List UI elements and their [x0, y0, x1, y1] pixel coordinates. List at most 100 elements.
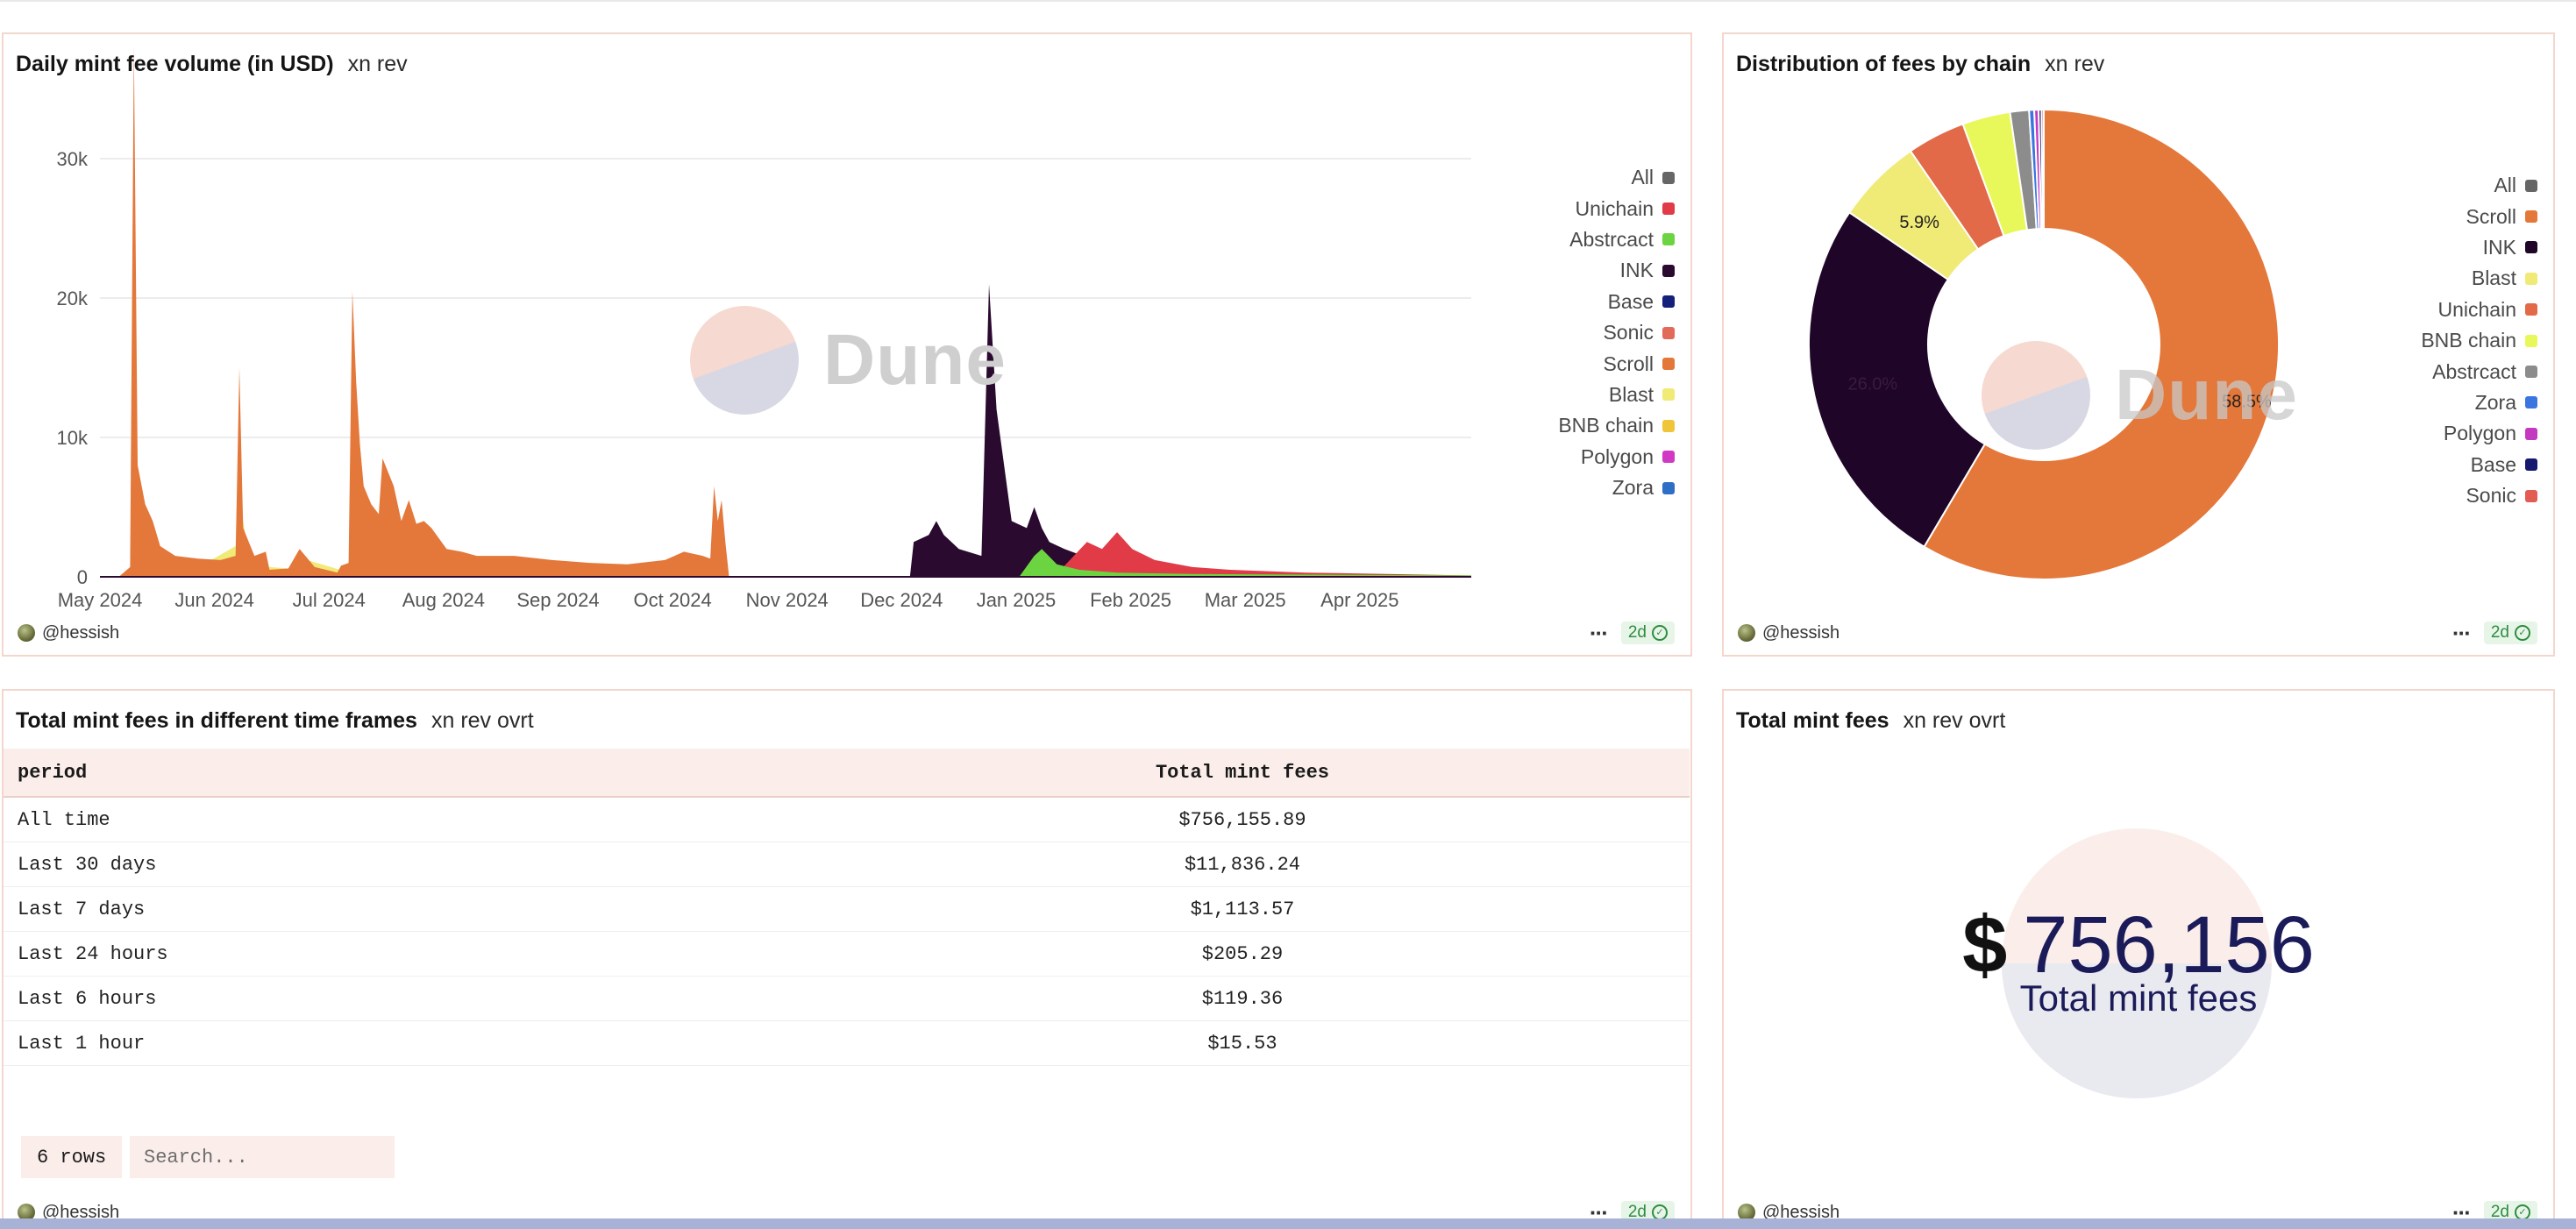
pie-legend-item[interactable]: Blast — [2421, 263, 2537, 294]
daily-legend-item[interactable]: BNB chain — [1558, 410, 1675, 441]
panel-footer: @hessish ··· 2d ✓ — [18, 620, 1675, 646]
column-header-period[interactable]: period — [4, 749, 795, 798]
dune-logo-icon — [690, 306, 799, 415]
daily-legend-item[interactable]: Scroll — [1558, 348, 1675, 379]
legend-label: Sonic — [2466, 484, 2516, 508]
time-frames-table: period Total mint fees All time $756,155.… — [4, 749, 1690, 1066]
daily-legend: All Unichain Abstrcact INK Base Sonic Scroll Bl… — [1558, 162, 1675, 503]
legend-swatch — [1662, 419, 1675, 432]
table-title: Total mint fees in different time frames — [16, 708, 417, 733]
avatar[interactable] — [1738, 624, 1755, 642]
x-tick-label: Aug 2024 — [402, 589, 485, 611]
table-row[interactable]: Last 1 hour $15.53 — [4, 1020, 1690, 1066]
legend-label: Base — [1607, 289, 1654, 313]
pie-legend-item[interactable]: BNB chain — [2421, 325, 2537, 356]
legend-swatch — [1662, 451, 1675, 464]
daily-legend-item[interactable]: Base — [1558, 287, 1675, 317]
legend-label: Sonic — [1603, 321, 1654, 345]
query-name[interactable]: xn rev ovrt — [431, 708, 534, 733]
legend-swatch — [1662, 481, 1675, 494]
fees-cell: $1,113.57 — [794, 886, 1690, 932]
table-search-input[interactable] — [130, 1136, 395, 1178]
legend-label: Scroll — [2466, 204, 2516, 228]
legend-label: All — [1631, 166, 1654, 189]
table-header-row: period Total mint fees — [4, 749, 1690, 798]
author-link[interactable]: @hessish — [1762, 623, 1839, 643]
pie-legend-item[interactable]: Sonic — [2421, 480, 2537, 511]
period-cell: All time — [4, 797, 795, 842]
pie-legend-item[interactable]: Zora — [2421, 387, 2537, 418]
fees-cell: $119.36 — [794, 976, 1690, 1021]
daily-legend-item[interactable]: Polygon — [1558, 442, 1675, 472]
legend-swatch — [1662, 326, 1675, 339]
legend-swatch — [2525, 210, 2537, 224]
legend-swatch — [1662, 233, 1675, 246]
legend-label: Blast — [1608, 382, 1654, 406]
query-name[interactable]: xn rev ovrt — [1904, 708, 2006, 733]
pie-legend-item[interactable]: INK — [2421, 232, 2537, 263]
check-circle-icon: ✓ — [2515, 625, 2530, 641]
fees-cell: $756,155.89 — [794, 797, 1690, 842]
x-tick-label: Apr 2025 — [1320, 589, 1398, 611]
legend-swatch — [1662, 358, 1675, 371]
x-tick-label: Jan 2025 — [977, 589, 1057, 611]
legend-label: Abstrcact — [1569, 227, 1654, 251]
period-cell: Last 1 hour — [4, 1020, 795, 1066]
daily-legend-item[interactable]: Unichain — [1558, 193, 1675, 224]
legend-label: Base — [2470, 452, 2516, 476]
more-options-icon[interactable]: ··· — [2452, 622, 2472, 644]
legend-swatch — [1662, 295, 1675, 309]
x-tick-label: Mar 2025 — [1205, 589, 1286, 611]
pie-legend-item[interactable]: All — [2421, 170, 2537, 201]
more-options-icon[interactable]: ··· — [1590, 622, 1609, 644]
daily-legend-item[interactable]: Sonic — [1558, 317, 1675, 348]
y-tick-label: 10k — [57, 427, 89, 449]
x-tick-label: Sep 2024 — [516, 589, 599, 611]
legend-label: Unichain — [2437, 297, 2517, 321]
legend-swatch — [2525, 272, 2537, 285]
table-row[interactable]: Last 7 days $1,113.57 — [4, 886, 1690, 932]
author-link[interactable]: @hessish — [42, 623, 119, 643]
legend-swatch — [2525, 241, 2537, 254]
daily-legend-item[interactable]: INK — [1558, 255, 1675, 286]
fees-cell: $11,836.24 — [794, 842, 1690, 887]
table-row[interactable]: Last 30 days $11,836.24 — [4, 842, 1690, 887]
pie-legend-item[interactable]: Base — [2421, 450, 2537, 480]
area-series-unichain — [1042, 532, 1471, 577]
x-tick-label: Jul 2024 — [293, 589, 366, 611]
period-cell: Last 7 days — [4, 886, 795, 932]
pie-legend-item[interactable]: Unichain — [2421, 295, 2537, 325]
table-row[interactable]: All time $756,155.89 — [4, 797, 1690, 842]
row-count: 6 rows — [21, 1136, 123, 1178]
daily-legend-item[interactable]: Zora — [1558, 472, 1675, 503]
panel-footer: @hessish ··· 2d ✓ — [1738, 620, 2537, 646]
legend-label: Zora — [2474, 390, 2516, 414]
legend-swatch — [1662, 388, 1675, 401]
column-header-fees[interactable]: Total mint fees — [794, 749, 1690, 798]
x-tick-label: Nov 2024 — [746, 589, 829, 611]
pie-legend-item[interactable]: Scroll — [2421, 201, 2537, 231]
pie-slice-sonic[interactable] — [2040, 108, 2045, 231]
legend-label: All — [2494, 174, 2516, 197]
legend-swatch — [2525, 334, 2537, 347]
daily-legend-item[interactable]: All — [1558, 162, 1675, 193]
slice-data-label: 26.0% — [1847, 375, 1897, 394]
legend-swatch — [1662, 171, 1675, 184]
fees-cell: $205.29 — [794, 931, 1690, 977]
table-row[interactable]: Last 24 hours $205.29 — [4, 931, 1690, 977]
freshness-badge[interactable]: 2d ✓ — [1620, 622, 1675, 644]
legend-swatch — [2525, 366, 2537, 379]
legend-label: Scroll — [1603, 352, 1654, 375]
freshness-badge[interactable]: 2d ✓ — [2483, 622, 2537, 644]
y-tick-label: 20k — [57, 288, 89, 309]
avatar[interactable] — [18, 624, 35, 642]
pie-legend-item[interactable]: Polygon — [2421, 418, 2537, 449]
daily-legend-item[interactable]: Blast — [1558, 380, 1675, 410]
bottom-scroll-bar[interactable] — [0, 1218, 2576, 1229]
legend-label: BNB chain — [1558, 414, 1654, 437]
x-tick-label: Feb 2025 — [1090, 589, 1171, 611]
pie-legend-item[interactable]: Abstrcact — [2421, 356, 2537, 387]
daily-legend-item[interactable]: Abstrcact — [1558, 224, 1675, 255]
total-mint-fees-panel: Total mint fees xn rev ovrt $756,156 Tota… — [1722, 689, 2555, 1229]
table-row[interactable]: Last 6 hours $119.36 — [4, 976, 1690, 1021]
